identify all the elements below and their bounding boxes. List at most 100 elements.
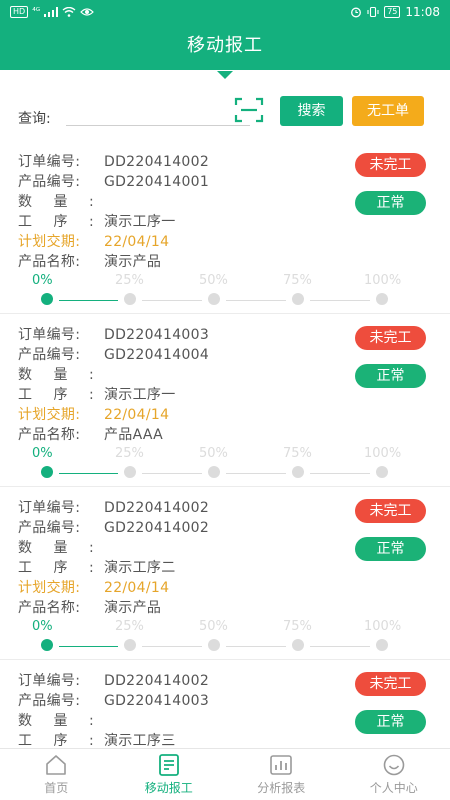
nav-personal-center[interactable]: 个人中心 [338,749,450,800]
progress-step-dot [208,466,220,478]
product-no-label: 产品编号: [18,520,81,536]
order-no-label: 订单编号: [18,327,81,343]
user-icon [383,754,405,776]
product-no-label: 产品编号: [18,693,81,709]
product-no-value: GD220414002 [104,520,210,536]
progress-step-dot [124,293,136,305]
progress-step-dot [41,466,53,478]
progress-connector [142,646,202,647]
progress-step-label: 50% [199,273,228,288]
progress-steps: 0% 25% 50% 75% 100% [32,273,412,313]
progress-step-label: 100% [364,273,402,288]
order-no-label: 订单编号: [18,500,81,516]
work-order-card[interactable]: 订单编号: DD220414003 产品编号: GD220414004 数量: 工序: 演示… [0,314,450,487]
nav-analysis-report[interactable]: 分析报表 [225,749,338,800]
state-badge: 正常 [355,364,426,388]
progress-step-label: 50% [199,619,228,634]
quantity-row: 数量: [18,537,104,557]
header-pointer [217,71,233,79]
nav-home[interactable]: 首页 [0,749,113,800]
process-row: 工序: 演示工序一 [18,211,176,231]
no-work-order-button[interactable]: 无工单 [352,96,424,126]
product-no-label: 产品编号: [18,174,81,190]
progress-connector [310,300,370,301]
progress-connector [310,646,370,647]
progress-step-label: 75% [283,619,312,634]
product-name-value: 产品AAA [104,427,164,443]
home-icon [46,755,67,775]
progress-connector [142,300,202,301]
order-no-value: DD220414002 [104,673,210,689]
scan-button[interactable] [234,96,264,124]
quantity-row: 数量: [18,710,104,730]
work-order-card[interactable]: 订单编号: DD220414002 产品编号: GD220414001 数量: 工序: 演示… [0,141,450,314]
quantity-label: 数量: [18,540,94,556]
order-no-label: 订单编号: [18,673,81,689]
progress-step-dot [292,466,304,478]
progress-step-dot [41,639,53,651]
product-no-row: 产品编号: GD220414002 [18,517,209,537]
quantity-row: 数量: [18,364,104,384]
product-no-row: 产品编号: GD220414001 [18,171,209,191]
order-no-label: 订单编号: [18,154,81,170]
progress-step-label: 100% [364,446,402,461]
plan-date-row: 计划交期: 22/04/14 [18,404,169,424]
plan-date-row: 计划交期: 22/04/14 [18,577,169,597]
progress-step-label: 25% [115,273,144,288]
progress-step-dot [124,466,136,478]
state-badge: 正常 [355,710,426,734]
progress-step-label: 50% [199,446,228,461]
report-icon [158,754,179,776]
progress-connector [59,300,118,301]
signal-text: ⁴ᴳ [32,7,41,17]
process-value: 演示工序三 [104,733,176,748]
process-row: 工序: 演示工序三 [18,730,176,748]
product-no-label: 产品编号: [18,347,81,363]
progress-step-dot [292,639,304,651]
product-no-value: GD220414001 [104,174,210,190]
process-label: 工序: [18,214,94,230]
plan-date-value: 22/04/14 [104,407,170,423]
plan-date-row: 计划交期: 22/04/14 [18,231,169,251]
process-row: 工序: 演示工序二 [18,557,176,577]
search-button[interactable]: 搜索 [280,96,343,126]
process-label: 工序: [18,560,94,576]
progress-steps: 0% 25% 50% 75% 100% [32,446,412,486]
work-order-card[interactable]: 订单编号: DD220414002 产品编号: GD220414002 数量: 工序: 演示… [0,487,450,660]
nav-label: 首页 [44,781,69,795]
progress-step-dot [208,639,220,651]
page-title: 移动报工 [187,35,263,56]
product-name-value: 演示产品 [104,600,162,616]
status-badge: 未完工 [355,499,426,523]
nav-label: 分析报表 [257,781,306,795]
process-label: 工序: [18,387,94,403]
status-badge: 未完工 [355,672,426,696]
product-name-label: 产品名称: [18,600,81,616]
product-no-value: GD220414003 [104,693,210,709]
quantity-label: 数量: [18,367,94,383]
work-order-card[interactable]: 订单编号: DD220414002 产品编号: GD220414003 数量: 工序: 演示… [0,660,450,748]
progress-step-dot [208,293,220,305]
nav-label: 个人中心 [369,781,418,795]
search-input[interactable] [66,104,250,126]
status-bar: HD ⁴ᴳ 75 11:08 [0,0,450,24]
progress-connector [226,473,286,474]
nav-mobile-report[interactable]: 移动报工 [113,749,226,800]
quantity-row: 数量: [18,191,104,211]
chart-icon [270,755,293,775]
order-no-value: DD220414003 [104,327,210,343]
state-badge: 正常 [355,191,426,215]
progress-connector [226,300,286,301]
nav-label: 移动报工 [144,781,193,795]
hd-chip: HD [10,6,29,18]
plan-date-value: 22/04/14 [104,580,170,596]
progress-connector [310,473,370,474]
clock: 11:08 [405,5,440,19]
progress-step-label: 25% [115,446,144,461]
progress-step-label: 0% [32,273,53,288]
progress-step-dot [41,293,53,305]
order-no-value: DD220414002 [104,500,210,516]
status-badge: 未完工 [355,326,426,350]
process-value: 演示工序一 [104,214,176,230]
process-row: 工序: 演示工序一 [18,384,176,404]
